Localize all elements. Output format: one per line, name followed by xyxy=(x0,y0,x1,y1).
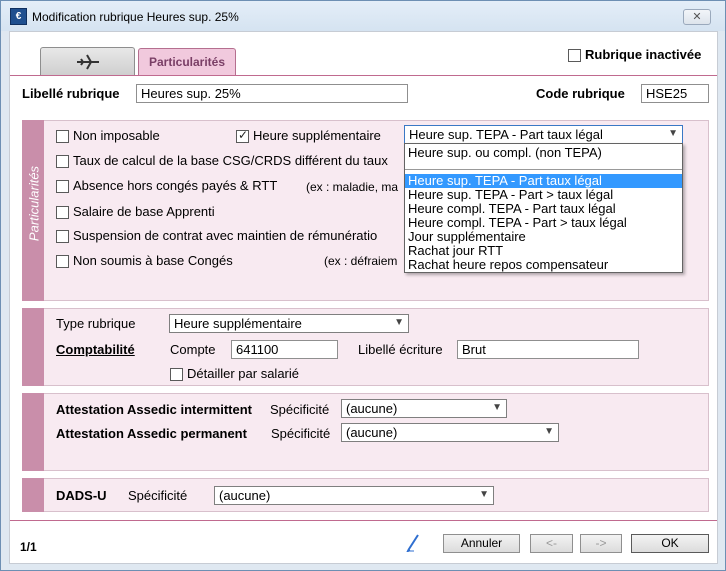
previous-button[interactable]: <- xyxy=(530,534,573,553)
detailler-label: Détailler par salarié xyxy=(187,366,299,381)
non-imposable-label: Non imposable xyxy=(73,128,160,143)
compte-input[interactable]: 641100 xyxy=(231,340,338,359)
window-title: Modification rubrique Heures sup. 25% xyxy=(32,10,239,24)
tab-general[interactable] xyxy=(40,47,135,75)
dropdown-option[interactable]: Rachat heure repos compensateur xyxy=(405,258,682,272)
dads-value: (aucune) xyxy=(219,488,271,503)
heure-sup-label: Heure supplémentaire xyxy=(253,128,381,143)
permanent-specificite-label: Spécificité xyxy=(271,426,331,441)
suspension-checkbox[interactable] xyxy=(56,230,69,244)
assedic-intermittent-value: (aucune) xyxy=(346,401,398,416)
dropdown-option[interactable]: Rachat jour RTT xyxy=(405,244,682,258)
type-rubrique-select[interactable]: Heure supplémentaire ▼ xyxy=(169,314,409,333)
code-label: Code rubrique xyxy=(536,86,625,101)
non-imposable-option[interactable]: Non imposable xyxy=(56,128,160,144)
rubrique-inactive-checkbox[interactable]: Rubrique inactivée xyxy=(568,47,702,63)
chevron-down-icon: ▼ xyxy=(544,426,554,437)
page-indicator: 1/1 xyxy=(20,540,37,554)
chevron-down-icon: ▼ xyxy=(394,317,404,328)
libelle-input[interactable]: Heures sup. 25% xyxy=(136,84,408,103)
non-soumis-option[interactable]: Non soumis à base Congés xyxy=(56,253,233,269)
absence-checkbox[interactable] xyxy=(56,180,69,194)
type-rubrique-value: Heure supplémentaire xyxy=(174,316,302,331)
dads-label: DADS-U xyxy=(56,488,107,503)
detailler-checkbox[interactable] xyxy=(170,368,183,382)
title-bar: € Modification rubrique Heures sup. 25% … xyxy=(1,1,725,31)
assedic-intermittent-select[interactable]: (aucune) ▼ xyxy=(341,399,507,418)
tab-particularites[interactable]: Particularités xyxy=(138,48,236,76)
taux-csg-option[interactable]: Taux de calcul de la base CSG/CRDS diffé… xyxy=(56,153,388,169)
heure-sup-checkbox[interactable] xyxy=(236,128,249,144)
inactive-checkbox-box[interactable] xyxy=(568,49,581,63)
dropdown-option[interactable]: Heure sup. TEPA - Part > taux légal xyxy=(405,188,682,202)
dads-select[interactable]: (aucune) ▼ xyxy=(214,486,494,505)
footer-separator xyxy=(10,520,717,521)
non-soumis-label: Non soumis à base Congés xyxy=(73,253,233,268)
dropdown-option[interactable]: Jour supplémentaire xyxy=(405,230,682,244)
intermittent-specificite-label: Spécificité xyxy=(270,402,330,417)
dropdown-option[interactable]: Heure compl. TEPA - Part > taux légal xyxy=(405,216,682,230)
libelle-label: Libellé rubrique xyxy=(22,86,120,101)
chevron-down-icon: ▼ xyxy=(492,402,502,413)
particularites-side-label: Particularités xyxy=(26,165,42,242)
dropdown-option[interactable]: Heure compl. TEPA - Part taux légal xyxy=(405,202,682,216)
chevron-down-icon: ▼ xyxy=(479,489,489,500)
close-button[interactable]: ✕ xyxy=(683,9,711,25)
app-icon: € xyxy=(10,8,27,25)
heure-sup-option[interactable]: Heure supplémentaire xyxy=(236,128,381,144)
dropdown-separator xyxy=(405,162,682,170)
ok-button[interactable]: OK xyxy=(631,534,709,553)
next-button[interactable]: -> xyxy=(580,534,622,553)
type-side-strip xyxy=(22,308,44,386)
pen-icon[interactable] xyxy=(406,534,420,552)
absence-hint: (ex : maladie, ma xyxy=(306,180,399,194)
assedic-permanent-value: (aucune) xyxy=(346,425,398,440)
cancel-button[interactable]: Annuler xyxy=(443,534,520,553)
absence-label: Absence hors congés payés & RTT xyxy=(73,178,278,193)
tab-underline xyxy=(10,75,717,76)
assedic-permanent-label: Attestation Assedic permanent xyxy=(56,426,247,441)
dialog-window: € Modification rubrique Heures sup. 25% … xyxy=(0,0,726,571)
salaire-apprenti-checkbox[interactable] xyxy=(56,206,69,220)
heure-sup-select-value: Heure sup. TEPA - Part taux légal xyxy=(409,127,603,142)
heure-sup-select[interactable]: Heure sup. TEPA - Part taux légal ▼ xyxy=(404,125,683,144)
dads-specificite-label: Spécificité xyxy=(128,488,188,503)
plane-icon xyxy=(77,54,99,70)
absence-option[interactable]: Absence hors congés payés & RTT xyxy=(56,178,278,194)
non-soumis-checkbox[interactable] xyxy=(56,255,69,269)
dads-side-strip xyxy=(22,478,44,512)
dropdown-option[interactable]: Heure sup. TEPA - Part taux légal xyxy=(405,174,682,188)
particularites-side-strip: Particularités xyxy=(22,120,44,301)
inactive-label: Rubrique inactivée xyxy=(585,47,702,62)
chevron-down-icon: ▼ xyxy=(668,128,678,139)
taux-csg-checkbox[interactable] xyxy=(56,155,69,169)
assedic-side-strip xyxy=(22,393,44,471)
suspension-option[interactable]: Suspension de contrat avec maintien de r… xyxy=(56,228,378,244)
suspension-label: Suspension de contrat avec maintien de r… xyxy=(73,228,378,243)
libelle-ecriture-input[interactable]: Brut xyxy=(457,340,639,359)
detailler-option[interactable]: Détailler par salarié xyxy=(170,366,299,382)
compte-label: Compte xyxy=(170,342,216,357)
salaire-apprenti-label: Salaire de base Apprenti xyxy=(73,204,215,219)
dropdown-option[interactable]: Heure sup. ou compl. (non TEPA) xyxy=(405,146,682,160)
code-input[interactable]: HSE25 xyxy=(641,84,709,103)
non-soumis-hint: (ex : défraiem xyxy=(324,254,398,268)
comptabilite-link[interactable]: Comptabilité xyxy=(56,342,135,357)
taux-csg-label: Taux de calcul de la base CSG/CRDS diffé… xyxy=(73,153,388,168)
libelle-ecriture-label: Libellé écriture xyxy=(358,342,443,357)
dialog-content: Particularités Rubrique inactivée Libell… xyxy=(9,31,718,564)
type-rubrique-label: Type rubrique xyxy=(56,316,136,331)
heure-sup-dropdown-list[interactable]: Heure sup. ou compl. (non TEPA) Heure sup… xyxy=(404,143,683,273)
assedic-permanent-select[interactable]: (aucune) ▼ xyxy=(341,423,559,442)
assedic-intermittent-label: Attestation Assedic intermittent xyxy=(56,402,252,417)
salaire-apprenti-option[interactable]: Salaire de base Apprenti xyxy=(56,204,215,220)
non-imposable-checkbox[interactable] xyxy=(56,130,69,144)
